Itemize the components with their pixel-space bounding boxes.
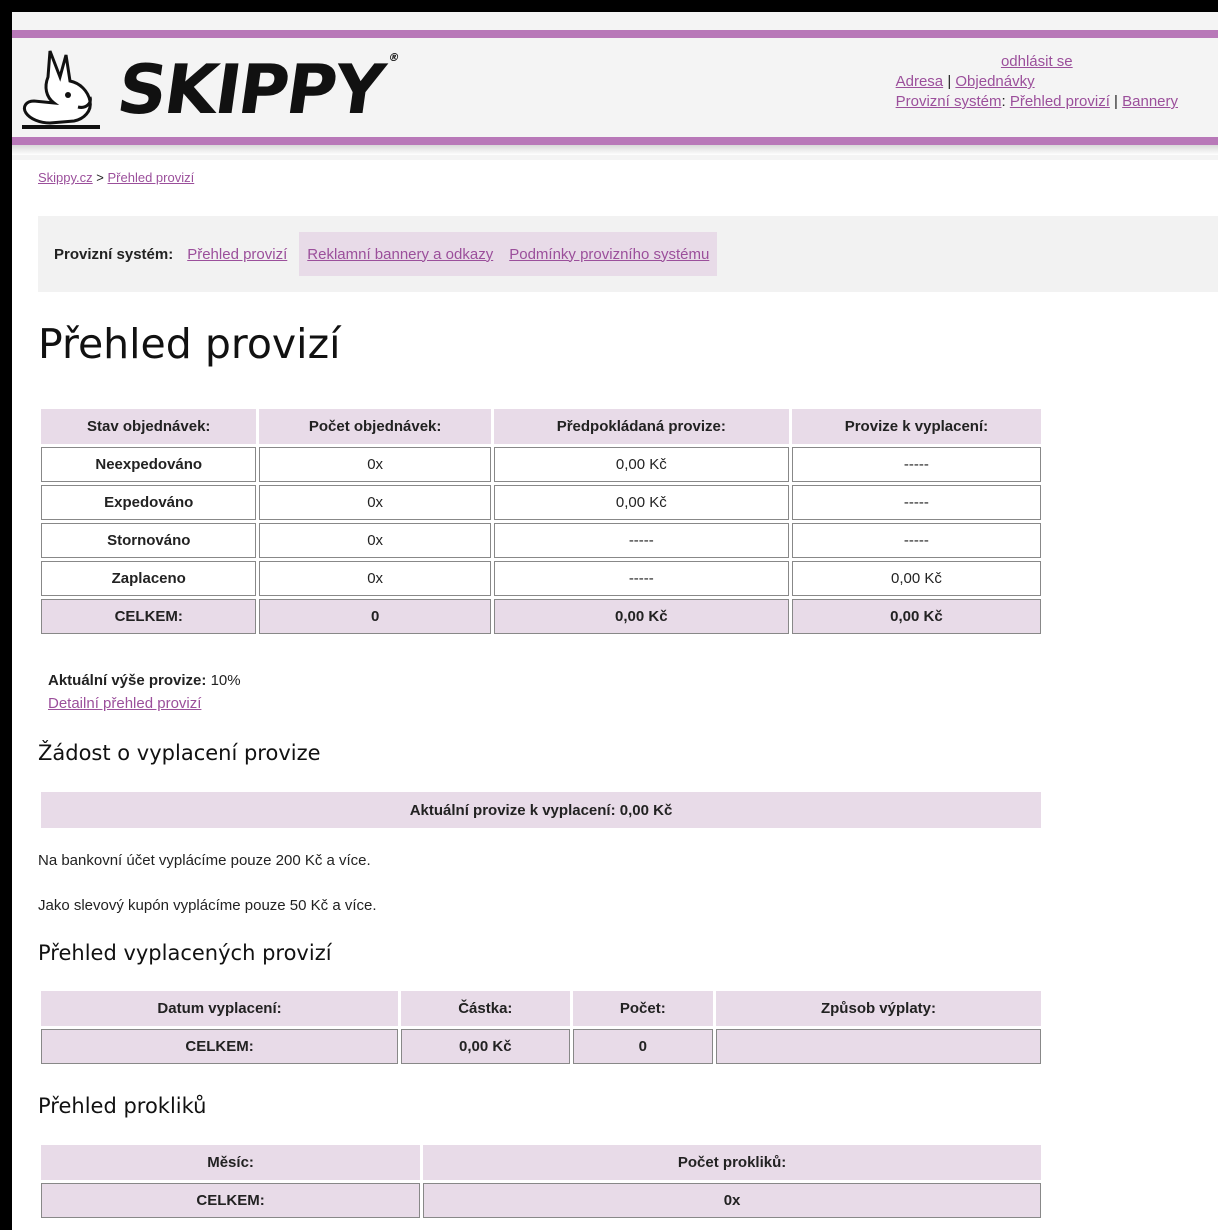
column-header: Způsob výplaty: — [716, 991, 1041, 1026]
table-cell: CELKEM: — [41, 1029, 399, 1064]
payout-available-bar: Aktuální provize k vyplacení: 0,00 Kč — [41, 792, 1041, 828]
page-title: Přehled provizí — [38, 320, 341, 368]
table-cell: 0,00 Kč — [493, 485, 789, 520]
table-cell: Zaplaceno — [41, 561, 257, 596]
logout-link[interactable]: odhlásit se — [1001, 53, 1073, 70]
subnav-label: Provizní systém: — [54, 245, 174, 263]
orders-table: Stav objednávek: Počet objednávek: Předp… — [38, 406, 1044, 637]
payouts-table: Datum vyplacení: Částka: Počet: Způsob v… — [38, 988, 1044, 1067]
site-header: SKIPPY® odhlásit se Adresa | Objednávky … — [12, 12, 1218, 160]
table-cell: Neexpedováno — [41, 447, 257, 482]
current-rate-value: 10% — [210, 672, 241, 689]
kangaroo-icon — [22, 50, 100, 129]
column-header: Částka: — [401, 991, 570, 1026]
table-cell: ----- — [493, 561, 789, 596]
table-cell: 0,00 Kč — [493, 599, 789, 634]
colon: : — [1001, 93, 1006, 110]
column-header: Datum vyplacení: — [41, 991, 399, 1026]
clicks-table: Měsíc: Počet prokliků: CELKEM: 0x — [38, 1142, 1044, 1221]
table-cell: 0x — [259, 561, 491, 596]
commission-system-link[interactable]: Provizní systém — [896, 93, 1002, 110]
table-row: Stornováno 0x ----- ----- — [41, 523, 1041, 558]
table-total-row: CELKEM: 0,00 Kč 0 — [41, 1029, 1041, 1064]
table-row: Neexpedováno 0x 0,00 Kč ----- — [41, 447, 1041, 482]
breadcrumb: Skippy.cz > Přehled provizí — [38, 170, 194, 185]
table-header-row: Měsíc: Počet prokliků: — [41, 1145, 1041, 1180]
header-bottom-stripe — [12, 137, 1218, 145]
table-cell: CELKEM: — [41, 599, 257, 634]
column-header: Počet objednávek: — [259, 409, 491, 444]
payouts-heading: Přehled vyplacených provizí — [38, 941, 332, 965]
table-cell: 0,00 Kč — [401, 1029, 570, 1064]
logo-text: SKIPPY® — [112, 50, 399, 130]
table-cell: ----- — [791, 485, 1041, 520]
table-cell: 0 — [259, 599, 491, 634]
table-cell: ----- — [791, 447, 1041, 482]
current-rate: Aktuální výše provize: 10% — [48, 672, 241, 689]
table-cell: CELKEM: — [41, 1183, 421, 1218]
registered-mark: ® — [387, 50, 399, 64]
tab-banners-links[interactable]: Reklamní bannery a odkazy — [299, 232, 502, 276]
table-cell: Expedováno — [41, 485, 257, 520]
table-cell: 0,00 Kč — [791, 599, 1041, 634]
table-total-row: CELKEM: 0 0,00 Kč 0,00 Kč — [41, 599, 1041, 634]
table-cell: ----- — [791, 523, 1041, 558]
commission-overview-link[interactable]: Přehled provizí — [1010, 93, 1110, 110]
clicks-heading: Přehled prokliků — [38, 1094, 207, 1118]
table-total-row: CELKEM: 0x — [41, 1183, 1041, 1218]
detail-link-wrap: Detailní přehled provizí — [48, 695, 201, 712]
page: SKIPPY® odhlásit se Adresa | Objednávky … — [12, 12, 1218, 1230]
breadcrumb-current[interactable]: Přehled provizí — [108, 170, 195, 185]
current-rate-label: Aktuální výše provize: — [48, 672, 207, 689]
commission-subnav: Provizní systém: Přehled provizí Reklamn… — [38, 216, 1218, 292]
table-cell: 0 — [572, 1029, 713, 1064]
table-cell: 0,00 Kč — [791, 561, 1041, 596]
column-header: Provize k vyplacení: — [791, 409, 1041, 444]
table-cell: 0x — [259, 485, 491, 520]
column-header: Stav objednávek: — [41, 409, 257, 444]
tab-commission-terms[interactable]: Podmínky provizního systému — [501, 232, 718, 276]
table-cell: ----- — [493, 523, 789, 558]
header-top-stripe — [12, 30, 1218, 38]
table-cell: Stornováno — [41, 523, 257, 558]
breadcrumb-separator: > — [96, 170, 104, 185]
table-cell: 0x — [423, 1183, 1041, 1218]
table-row: Expedováno 0x 0,00 Kč ----- — [41, 485, 1041, 520]
column-header: Počet: — [572, 991, 713, 1026]
account-links: odhlásit se Adresa | Objednávky Provizní… — [896, 52, 1178, 112]
table-header-row: Datum vyplacení: Částka: Počet: Způsob v… — [41, 991, 1041, 1026]
tab-label: Přehled provizí — [187, 245, 288, 263]
table-cell: 0x — [259, 523, 491, 558]
table-cell: 0,00 Kč — [493, 447, 789, 482]
site-logo[interactable]: SKIPPY® — [20, 46, 398, 134]
coupon-note: Jako slevový kupón vyplácíme pouze 50 Kč… — [38, 897, 377, 914]
table-header-row: Stav objednávek: Počet objednávek: Předp… — [41, 409, 1041, 444]
address-link[interactable]: Adresa — [896, 73, 944, 90]
column-header: Předpokládaná provize: — [493, 409, 789, 444]
link-separator: | — [947, 73, 952, 90]
tab-label: Reklamní bannery a odkazy — [307, 245, 494, 263]
payout-request-heading: Žádost o vyplacení provize — [38, 741, 321, 765]
table-cell: 0x — [259, 447, 491, 482]
orders-link[interactable]: Objednávky — [955, 73, 1034, 90]
table-row: Zaplaceno 0x ----- 0,00 Kč — [41, 561, 1041, 596]
column-header: Měsíc: — [41, 1145, 421, 1180]
bank-transfer-note: Na bankovní účet vyplácíme pouze 200 Kč … — [38, 852, 371, 869]
banners-link[interactable]: Bannery — [1122, 93, 1178, 110]
tab-label: Podmínky provizního systému — [509, 245, 710, 263]
detail-overview-link[interactable]: Detailní přehled provizí — [48, 695, 201, 712]
breadcrumb-home[interactable]: Skippy.cz — [38, 170, 93, 185]
header-shadow — [12, 145, 1218, 155]
column-header: Počet prokliků: — [423, 1145, 1041, 1180]
table-cell — [716, 1029, 1041, 1064]
tab-commission-overview[interactable]: Přehled provizí — [179, 232, 295, 276]
link-separator: | — [1114, 93, 1118, 110]
